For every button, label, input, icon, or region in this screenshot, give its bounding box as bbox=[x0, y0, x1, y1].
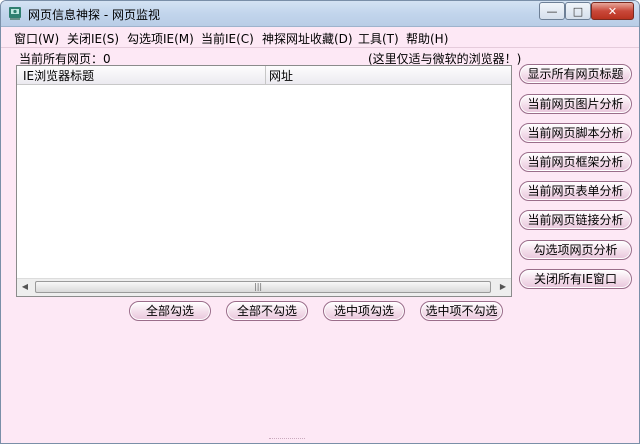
menu-current-ie[interactable]: 当前IE(C) bbox=[201, 30, 254, 47]
menu-tools[interactable]: 工具(T) bbox=[358, 30, 399, 47]
minimize-button[interactable]: — bbox=[539, 2, 565, 20]
analyze-checked-button[interactable]: 勾选项网页分析 bbox=[519, 240, 632, 260]
close-all-ie-button[interactable]: 关闭所有IE窗口 bbox=[519, 269, 632, 289]
analyze-images-button[interactable]: 当前网页图片分析 bbox=[519, 94, 632, 114]
uncheck-all-button[interactable]: 全部不勾选 bbox=[226, 301, 308, 321]
title-bar[interactable]: 网页信息神探 - 网页监视 — □ ✕ bbox=[1, 1, 639, 27]
close-icon: ✕ bbox=[607, 4, 618, 18]
scroll-left-icon[interactable]: ◀ bbox=[19, 281, 31, 293]
analyze-frames-button[interactable]: 当前网页框架分析 bbox=[519, 152, 632, 172]
grip-icon: ||| bbox=[254, 282, 263, 291]
column-ie-title[interactable]: IE浏览器标题 bbox=[23, 67, 94, 84]
analyze-links-button[interactable]: 当前网页链接分析 bbox=[519, 210, 632, 230]
app-window: 网页信息神探 - 网页监视 — □ ✕ 窗口(W) 关闭IE(S) 勾选项IE(… bbox=[0, 0, 640, 444]
check-all-button[interactable]: 全部勾选 bbox=[129, 301, 211, 321]
scroll-thumb[interactable]: ||| bbox=[35, 281, 491, 293]
list-body[interactable] bbox=[17, 85, 511, 277]
menu-checked-ie[interactable]: 勾选项IE(M) bbox=[127, 30, 194, 47]
column-url[interactable]: 网址 bbox=[269, 67, 293, 84]
window-title: 网页信息神探 - 网页监视 bbox=[28, 8, 160, 22]
detective-app-icon bbox=[9, 7, 21, 20]
close-button[interactable]: ✕ bbox=[591, 2, 634, 20]
menu-favorites[interactable]: 神探网址收藏(D) bbox=[262, 30, 353, 47]
check-selected-button[interactable]: 选中项勾选 bbox=[323, 301, 405, 321]
analyze-forms-button[interactable]: 当前网页表单分析 bbox=[519, 181, 632, 201]
scroll-right-icon[interactable]: ▶ bbox=[497, 281, 509, 293]
uncheck-selected-button[interactable]: 选中项不勾选 bbox=[420, 301, 503, 321]
analyze-scripts-button[interactable]: 当前网页脚本分析 bbox=[519, 123, 632, 143]
maximize-button[interactable]: □ bbox=[565, 2, 591, 20]
column-divider[interactable] bbox=[265, 66, 266, 84]
menu-close-ie[interactable]: 关闭IE(S) bbox=[67, 30, 119, 47]
page-list[interactable]: IE浏览器标题 网址 ◀ ||| ▶ bbox=[16, 65, 512, 297]
menu-help[interactable]: 帮助(H) bbox=[406, 30, 448, 47]
list-header: IE浏览器标题 网址 bbox=[17, 66, 511, 85]
menu-bar: 窗口(W) 关闭IE(S) 勾选项IE(M) 当前IE(C) 神探网址收藏(D)… bbox=[1, 27, 639, 48]
show-all-titles-button[interactable]: 显示所有网页标题 bbox=[519, 64, 632, 84]
menu-window[interactable]: 窗口(W) bbox=[14, 30, 59, 47]
resize-grip[interactable] bbox=[269, 438, 305, 442]
maximize-icon: □ bbox=[572, 4, 584, 18]
horizontal-scrollbar[interactable]: ◀ ||| ▶ bbox=[17, 278, 511, 296]
minimize-icon: — bbox=[546, 4, 558, 18]
